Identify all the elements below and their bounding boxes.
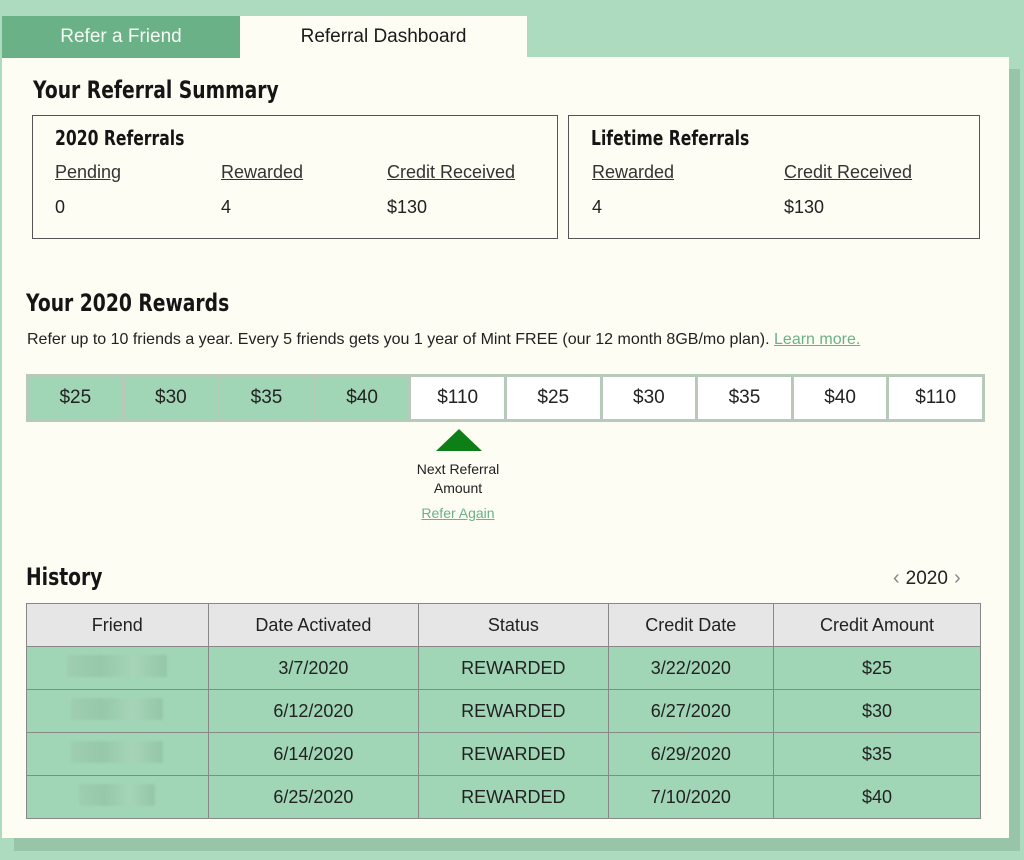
- reward-tier-strip: $25 $30 $35 $40 $110 $25 $30 $35 $40 $11…: [26, 374, 985, 422]
- reward-tier-cell: $110: [889, 377, 982, 419]
- credit-date-cell: 3/22/2020: [607, 646, 775, 690]
- rewards-heading: Your 2020 Rewards: [26, 289, 287, 318]
- history-header-row: Friend Date Activated Status Credit Date…: [26, 603, 981, 647]
- rewards-title: Your 2020 Rewards: [26, 289, 230, 317]
- next-referral-label: Next Referral Amount: [416, 461, 500, 496]
- redacted-friend-name: [79, 783, 156, 806]
- credit-date-cell: 7/10/2020: [607, 775, 775, 819]
- reward-tier-cell: $40: [793, 377, 887, 419]
- lifetime-rewarded-value: 4: [592, 197, 603, 217]
- summary-heading: Your Referral Summary: [33, 76, 348, 105]
- credit-received-value: $130: [387, 197, 428, 217]
- history-table: Friend Date Activated Status Credit Date…: [26, 603, 981, 819]
- lifetime-credit-value: $130: [784, 197, 825, 217]
- reward-tier-amount: $40: [824, 387, 856, 408]
- reward-tier-amount: $30: [155, 387, 187, 408]
- year-value: 2020: [905, 567, 948, 589]
- status-cell: REWARDED: [418, 689, 609, 733]
- date-activated-cell: 6/25/2020: [207, 775, 420, 819]
- tab-bar: Refer a Friend Referral Dashboard: [2, 16, 527, 58]
- status-cell: REWARDED: [418, 646, 609, 690]
- year-selector: ‹ 2020 ›: [893, 567, 961, 590]
- learn-more-link[interactable]: Learn more.: [774, 331, 860, 348]
- column-header-friend: Friend: [26, 603, 209, 647]
- friend-cell: [26, 646, 209, 690]
- reward-tier-cell: $110: [411, 377, 504, 419]
- date-activated-cell: 6/12/2020: [207, 689, 420, 733]
- credit-date-cell: 6/29/2020: [607, 732, 775, 776]
- reward-tier-amount: $30: [633, 387, 665, 408]
- chevron-left-icon[interactable]: ‹: [893, 567, 900, 590]
- credit-amount-cell: $40: [773, 775, 981, 819]
- redacted-friend-name: [67, 654, 168, 677]
- lifetime-credit-column: Credit Received $130: [784, 162, 912, 218]
- pending-column: Pending 0: [55, 162, 121, 218]
- lifetime-rewarded-column: Rewarded 4: [592, 162, 674, 218]
- status-cell: REWARDED: [418, 775, 609, 819]
- date-activated-cell: 3/7/2020: [207, 646, 420, 690]
- credit-amount-cell: $35: [773, 732, 981, 776]
- redacted-friend-name: [71, 740, 164, 763]
- reward-tier-amount: $35: [250, 387, 283, 408]
- friend-cell: [26, 775, 209, 819]
- rewarded-column: Rewarded 4: [221, 162, 303, 218]
- tab-refer-a-friend[interactable]: Refer a Friend: [2, 16, 240, 58]
- reward-tier-amount: $110: [437, 387, 479, 408]
- redacted-friend-name: [71, 697, 164, 720]
- reward-tier-amount: $110: [915, 387, 957, 408]
- refer-again-link[interactable]: Refer Again: [398, 505, 518, 521]
- table-row: 6/25/2020 REWARDED 7/10/2020 $40: [26, 775, 981, 819]
- column-header-date-activated: Date Activated: [207, 603, 420, 647]
- credit-received-column: Credit Received $130: [387, 162, 515, 218]
- rewards-description-text: Refer up to 10 friends a year. Every 5 f…: [27, 331, 770, 348]
- year-referrals-box: 2020 Referrals Pending 0 Rewarded 4 Cred…: [32, 115, 558, 239]
- reward-tier-amount: $35: [728, 387, 761, 408]
- table-row: 3/7/2020 REWARDED 3/22/2020 $25: [26, 646, 981, 690]
- credit-received-label[interactable]: Credit Received: [387, 162, 515, 183]
- reward-tier-amount: $25: [537, 387, 570, 408]
- reward-tier-cell: $35: [220, 377, 313, 419]
- reward-tier-cell: $30: [602, 377, 696, 419]
- lifetime-referrals-title: Lifetime Referrals: [591, 126, 750, 150]
- rewards-description: Refer up to 10 friends a year. Every 5 f…: [27, 331, 860, 349]
- reward-tier-cell: $35: [698, 377, 791, 419]
- next-referral-triangle-icon: [436, 429, 482, 451]
- credit-amount-cell: $30: [773, 689, 981, 733]
- reward-tier-cell: $40: [315, 377, 409, 419]
- table-row: 6/14/2020 REWARDED 6/29/2020 $35: [26, 732, 981, 776]
- rewarded-value: 4: [221, 197, 232, 217]
- history-heading: History: [26, 563, 124, 592]
- lifetime-credit-label[interactable]: Credit Received: [784, 162, 912, 183]
- reward-tier-amount: $25: [59, 387, 92, 408]
- reward-tier-cell: $30: [124, 377, 218, 419]
- pending-label[interactable]: Pending: [55, 162, 121, 183]
- date-activated-cell: 6/14/2020: [207, 732, 420, 776]
- friend-cell: [26, 732, 209, 776]
- tab-referral-dashboard[interactable]: Referral Dashboard: [240, 16, 527, 58]
- reward-tier-cell: $25: [29, 377, 122, 419]
- pending-value: 0: [55, 197, 66, 217]
- column-header-status: Status: [418, 603, 609, 647]
- column-header-credit-amount: Credit Amount: [773, 603, 981, 647]
- reward-tier-cell: $25: [506, 377, 600, 419]
- status-cell: REWARDED: [418, 732, 609, 776]
- history-title: History: [26, 563, 103, 591]
- table-row: 6/12/2020 REWARDED 6/27/2020 $30: [26, 689, 981, 733]
- reward-tier-amount: $40: [346, 387, 378, 408]
- friend-cell: [26, 689, 209, 733]
- lifetime-referrals-box: Lifetime Referrals Rewarded 4 Credit Rec…: [568, 115, 980, 239]
- lifetime-rewarded-label[interactable]: Rewarded: [592, 162, 674, 183]
- chevron-right-icon[interactable]: ›: [954, 567, 961, 590]
- column-header-credit-date: Credit Date: [607, 603, 775, 647]
- year-referrals-title: 2020 Referrals: [55, 126, 185, 150]
- summary-title: Your Referral Summary: [33, 76, 279, 104]
- rewarded-label[interactable]: Rewarded: [221, 162, 303, 183]
- credit-date-cell: 6/27/2020: [607, 689, 775, 733]
- credit-amount-cell: $25: [773, 646, 981, 690]
